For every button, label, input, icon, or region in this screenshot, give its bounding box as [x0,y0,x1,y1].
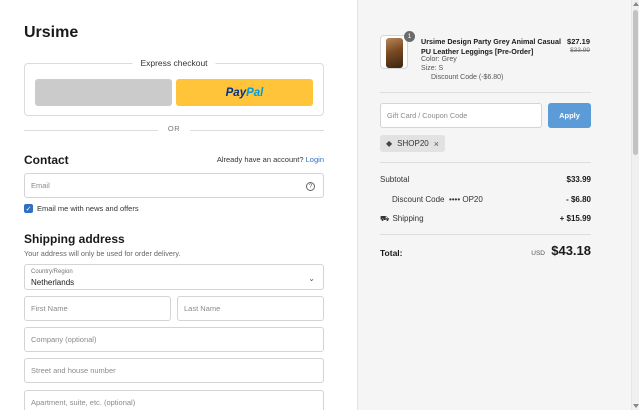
or-divider: OR [24,124,324,136]
applied-coupon-code: SHOP20 [397,139,429,148]
chevron-down-icon: ⌄ [308,274,315,283]
shipping-value: + $15.99 [559,214,591,223]
product-compare-price: $33.99 [570,47,590,54]
coupon-input[interactable]: Gift Card / Coupon Code [380,103,542,128]
product-color: Color: Grey [421,56,457,63]
country-label: Country/Region [31,269,73,275]
total-currency: USD [531,250,545,257]
shipping-label: Shipping [392,214,424,223]
help-icon[interactable]: ? [306,182,315,191]
newsletter-label: Email me with news and offers [37,204,139,213]
paypal-button[interactable]: Pay Pal [176,79,313,106]
discount-code-masked: •••• OP20 [448,195,483,204]
company-placeholder: Company (optional) [31,335,97,344]
quantity-badge: 1 [404,31,415,42]
subtotal-value: $33.99 [566,175,591,184]
scroll-up-icon[interactable] [633,2,639,6]
login-link[interactable]: Login [306,155,324,164]
remove-coupon-icon[interactable]: × [434,139,439,149]
total-label: Total: [380,248,403,258]
express-checkout-label: Express checkout [132,58,216,68]
apartment-placeholder: Apartment, suite, etc. (optional) [31,398,136,407]
country-select[interactable]: Country/Region Netherlands ⌄ [24,264,324,290]
brand-logo[interactable]: Ursime [24,24,78,42]
express-checkout-box: Express checkout Pay Pal [24,58,324,116]
street-field[interactable]: Street and house number [24,358,324,383]
order-summary-panel: 1 Ursime Design Party Grey Animal Casual… [357,0,631,410]
page-scrollbar[interactable] [631,0,639,410]
discount-label: Discount Code [392,195,445,204]
express-pay-button[interactable] [35,79,172,106]
newsletter-checkbox[interactable]: ✓ [24,204,33,213]
first-name-field[interactable]: First Name [24,296,171,321]
subtotal-label: Subtotal [380,175,410,184]
product-name: Ursime Design Party Grey Animal Casual P… [421,37,561,56]
login-prompt: Already have an account? Login [217,155,324,164]
scroll-down-icon[interactable] [633,404,639,408]
scrollbar-thumb[interactable] [633,10,638,155]
street-placeholder: Street and house number [31,366,116,375]
last-name-field[interactable]: Last Name [177,296,324,321]
shipping-title: Shipping address [24,232,125,246]
truck-icon: ⛟ [380,214,390,223]
paypal-logo-part1: Pay [225,86,247,99]
paypal-logo-part2: Pal [246,86,264,99]
product-thumbnail [380,35,408,69]
discount-label-group: Discount Code •••• OP20 [392,195,483,204]
product-price: $27.19 [567,37,590,46]
apply-button[interactable]: Apply [548,103,591,128]
shipping-label-group: ⛟ Shipping [380,214,424,224]
coupon-placeholder: Gift Card / Coupon Code [387,111,468,120]
product-size: Size: S [421,65,444,72]
total-value: $43.18 [551,243,591,258]
last-name-placeholder: Last Name [184,304,221,313]
apartment-field[interactable]: Apartment, suite, etc. (optional) [24,390,324,410]
contact-title: Contact [24,153,69,167]
applied-coupon-chip: ◆ SHOP20 × [380,135,445,152]
checkout-form-panel: Ursime Express checkout Pay Pal OR Contac… [0,0,357,410]
or-text: OR [167,124,181,133]
shipping-note: Your address will only be used for order… [24,249,181,258]
email-field[interactable]: Email ? [24,173,324,198]
first-name-placeholder: First Name [31,304,68,313]
email-placeholder: Email [31,181,50,190]
product-discount: Discount Code (-$6.80) [431,74,504,81]
product-image [386,38,403,68]
newsletter-row: ✓ Email me with news and offers [24,204,139,213]
discount-value: - $6.80 [566,195,591,204]
tag-icon: ◆ [386,139,393,148]
country-value: Netherlands [31,278,75,287]
company-field[interactable]: Company (optional) [24,327,324,352]
login-prompt-text: Already have an account? [216,155,304,164]
